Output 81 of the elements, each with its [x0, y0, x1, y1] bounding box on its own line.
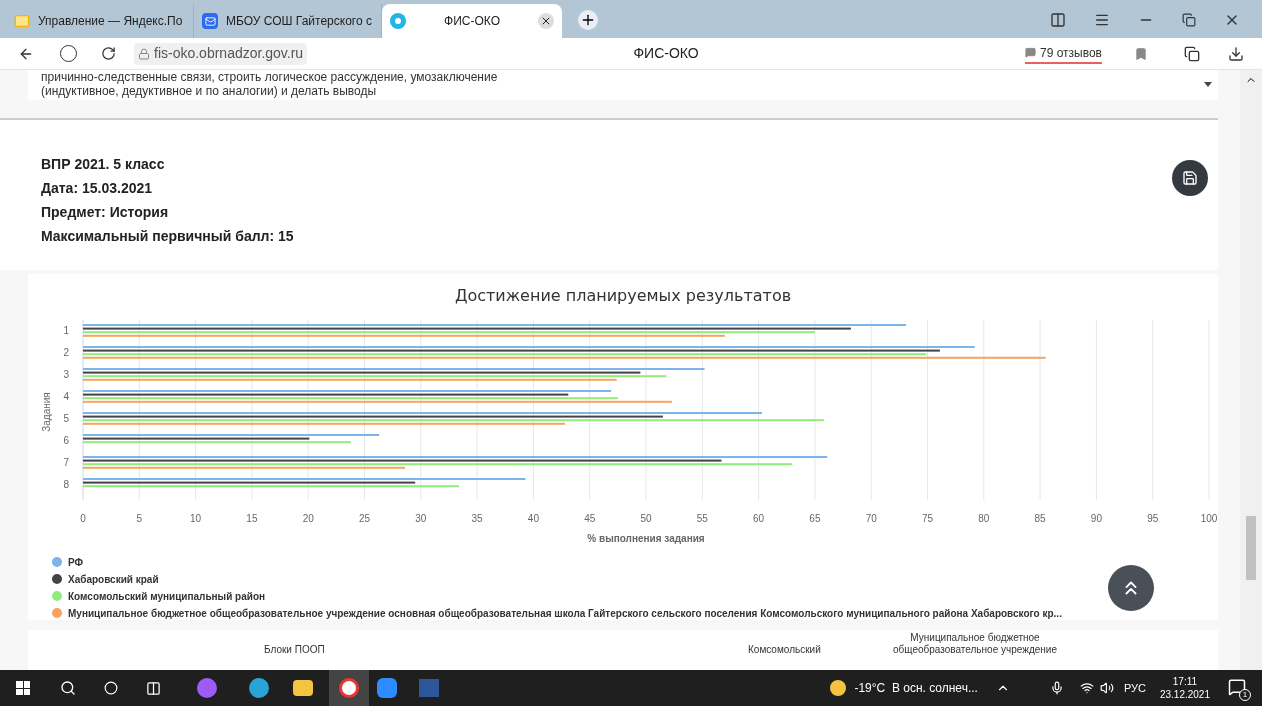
axis-label: 90	[1090, 512, 1102, 524]
search-icon[interactable]	[60, 680, 76, 696]
download-icon[interactable]	[1228, 45, 1244, 62]
description-text: причинно-следственные связи, строить логическое рассуждение, умозаключение	[41, 70, 499, 84]
axis-label: 45	[584, 512, 596, 524]
comment-icon	[1025, 47, 1036, 58]
axis-label: 3	[63, 368, 69, 380]
axis-label: 65	[809, 512, 821, 524]
info-text: ВПР 2021. 5 класс	[41, 155, 166, 172]
reviews-link[interactable]: 79 отзывов	[1025, 43, 1102, 64]
menu-icon[interactable]	[1094, 12, 1110, 28]
axis-label: 30	[415, 512, 427, 524]
chart-title: Достижение планируемых результатов	[453, 285, 793, 307]
axis-label: 2	[63, 346, 69, 358]
column-header: Комсомольский	[748, 644, 821, 656]
column-header: Блоки ПООП	[264, 644, 325, 656]
language-indicator[interactable]: РУС	[1123, 679, 1146, 697]
column-header: Муниципальное бюджетное	[910, 632, 1041, 644]
legend-item[interactable]: РФ	[68, 554, 84, 570]
legend-item[interactable]: Муниципальное бюджетное общеобразовательное учреждение основная общеобразовательная школа Гайтерского сельского поселения Комсомольского муниципального района Хабаровского кр...	[68, 605, 1062, 621]
notification-badge: 1	[1239, 689, 1251, 701]
axis-label: 25	[358, 512, 371, 524]
clock-time[interactable]: 17:11	[1172, 675, 1198, 688]
scrollbar-thumb[interactable]	[1246, 516, 1256, 580]
axis-label: 85	[1034, 512, 1046, 524]
axis-label: 100	[1200, 512, 1217, 524]
page-title: ФИС-ОКО	[632, 44, 700, 63]
dropdown-arrow-icon[interactable]	[1204, 82, 1212, 87]
axis-title: % выполнения задания	[587, 532, 705, 544]
axis-label: 75	[921, 512, 934, 524]
circle-icon[interactable]	[104, 681, 118, 695]
axis-label: 35	[471, 512, 483, 524]
scrollbar[interactable]	[1240, 70, 1262, 670]
windows-icon[interactable]	[16, 681, 30, 695]
microphone-icon[interactable]	[1049, 681, 1064, 695]
axis-label: 60	[753, 512, 765, 524]
bookmark-icon[interactable]	[1134, 46, 1148, 61]
volume-icon[interactable]	[1099, 681, 1114, 695]
info-text: Дата: 15.03.2021	[41, 179, 154, 196]
axis-label: 7	[63, 456, 69, 468]
reviews-text: 79 отзывов	[1040, 44, 1102, 62]
axis-label: 55	[696, 512, 708, 524]
axis-label: 1	[63, 324, 69, 336]
new-tab-icon[interactable]	[578, 10, 598, 30]
axis-label: 6	[63, 434, 69, 446]
save-button[interactable]	[1172, 160, 1208, 196]
save-icon	[1182, 170, 1198, 186]
description-text: (индуктивное, дедуктивное и по аналогии) и делать выводы	[41, 84, 378, 98]
collections-icon[interactable]	[1050, 12, 1066, 28]
axis-label: 5	[63, 412, 69, 424]
lock-icon	[138, 47, 150, 60]
wifi-icon[interactable]	[1079, 681, 1094, 695]
notifications-icon[interactable]	[1228, 678, 1246, 696]
legend-item[interactable]: Комсомольский муниципальный район	[68, 588, 266, 604]
weather-text[interactable]: -19°C В осн. солнеч...	[854, 679, 978, 697]
axis-label: 80	[978, 512, 990, 524]
close-icon[interactable]	[538, 13, 554, 29]
axis-label: 8	[63, 478, 69, 490]
task-view-icon[interactable]	[146, 680, 161, 696]
axis-label: 15	[246, 512, 258, 524]
info-text: Предмет: История	[41, 203, 170, 220]
url-field[interactable]: fis-oko.obrnadzor.gov.ru	[134, 42, 308, 65]
axis-label: 95	[1147, 512, 1159, 524]
axis-label: 0	[80, 512, 86, 524]
reload-icon[interactable]	[101, 46, 116, 61]
site-logo-icon	[390, 13, 406, 29]
axis-label: 70	[865, 512, 877, 524]
axis-label: 10	[190, 512, 202, 524]
column-header: общеобразовательное учреждение	[892, 644, 1058, 656]
axis-title: Задания	[41, 392, 52, 432]
restore-icon[interactable]	[1182, 13, 1196, 27]
axis-label: 4	[63, 390, 69, 402]
info-text: Максимальный первичный балл: 15	[41, 227, 294, 244]
axis-label: 5	[136, 512, 143, 524]
legend-item[interactable]: Хабаровский край	[68, 571, 159, 587]
clock-date[interactable]: 23.12.2021	[1159, 688, 1210, 701]
axis-label: 40	[527, 512, 539, 524]
axis-label: 20	[302, 512, 314, 524]
browser-tab[interactable]: ФИС-ОКО	[382, 4, 562, 38]
url-text: fis-oko.obrnadzor.gov.ru	[154, 44, 304, 63]
axis-label: 50	[640, 512, 652, 524]
